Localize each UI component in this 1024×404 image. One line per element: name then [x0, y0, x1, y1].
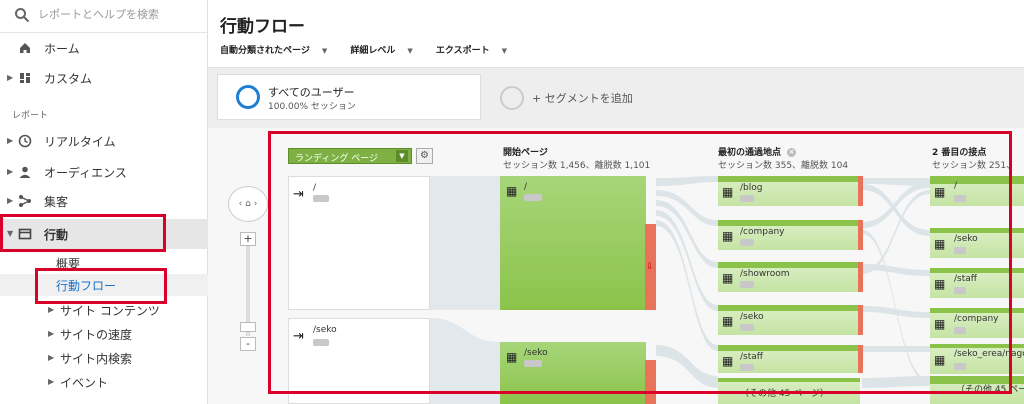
home-navigation-button[interactable]: ‹ ⌂ ›	[228, 186, 268, 222]
highlight-flow-box	[268, 131, 1012, 394]
zoom-out-button[interactable]: -	[240, 337, 256, 351]
zoom-slider-handle[interactable]	[240, 322, 256, 332]
zoom-in-button[interactable]: +	[240, 232, 256, 246]
